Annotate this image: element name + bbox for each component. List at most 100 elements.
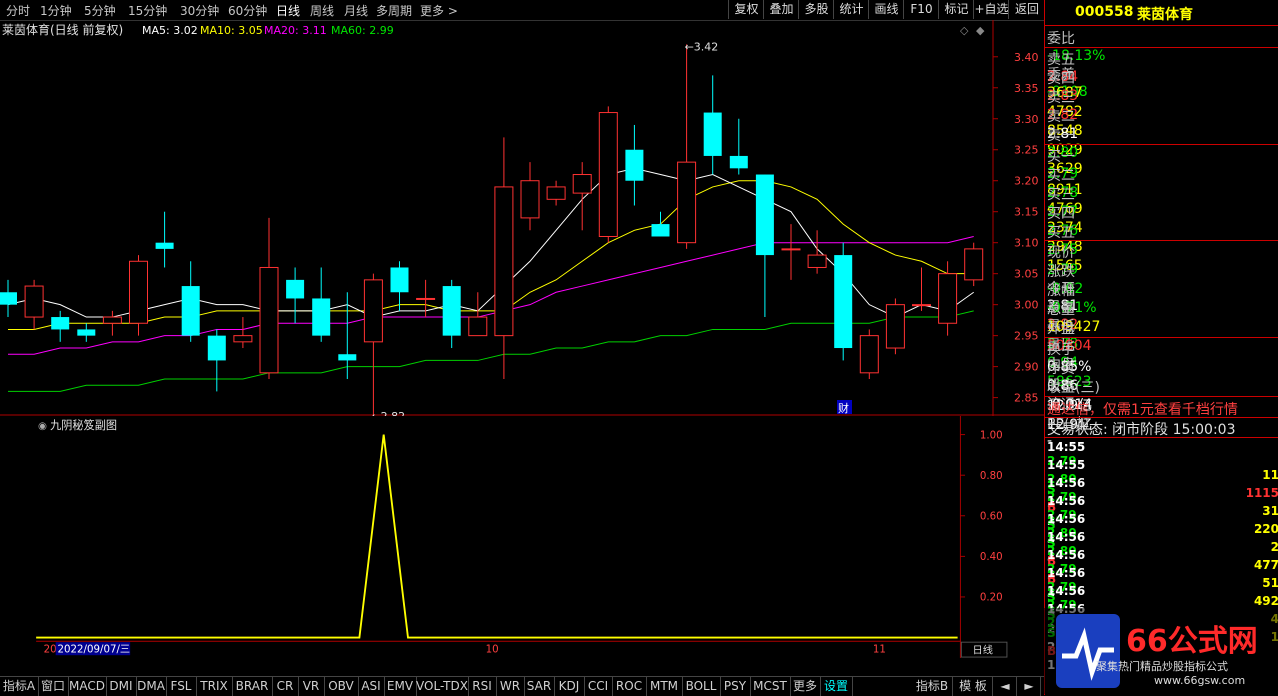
toolbar-button-2[interactable]: 多股	[798, 0, 834, 19]
buy-row-1: 买一 2.79 8911	[1047, 146, 1278, 198]
price-tick-label: 3.15	[1014, 206, 1039, 219]
indicator-tab-7[interactable]: BRAR	[232, 677, 273, 696]
period-tab-0[interactable]: 分时	[6, 2, 30, 19]
candle-body	[651, 224, 670, 237]
ad-banner[interactable]: 通达信，仅需1元查看千档行情	[1047, 399, 1278, 418]
buy-level-label: 买一	[1047, 149, 1075, 165]
indicator-tick-label: 0.20	[980, 593, 1003, 604]
buy-row-3: 买三 2.77 2374	[1047, 184, 1278, 236]
indicator-tab-17[interactable]: KDJ	[554, 677, 585, 696]
site-watermark: 66公式网 聚集热门精品炒股指标公式 www.66gsw.com	[1044, 608, 1278, 694]
indicator-tab-8[interactable]: CR	[272, 677, 299, 696]
period-tab-2[interactable]: 5分钟	[84, 2, 116, 19]
toolbar-button-8[interactable]: 返回	[1008, 0, 1045, 19]
indicator-tab-5[interactable]: FSL	[166, 677, 197, 696]
stock-header: 000558 莱茵体育	[1075, 4, 1278, 23]
candle-body	[312, 298, 331, 336]
toolbar-button-6[interactable]: 标记	[938, 0, 974, 19]
toolbar-button-7[interactable]: +自选	[973, 0, 1009, 19]
indicator-tab-1[interactable]: 窗口	[38, 677, 69, 696]
indicator-tab-19[interactable]: ROC	[612, 677, 647, 696]
candle-body	[468, 316, 488, 337]
indicator-tab-0[interactable]: 指标A	[0, 677, 39, 696]
fin-label: 收益(三)	[1047, 380, 1100, 396]
indicator-tab-4[interactable]: DMA	[136, 677, 167, 696]
period-tab-7[interactable]: 周线	[310, 2, 334, 19]
candle-body	[155, 242, 174, 249]
candle-body	[755, 174, 774, 256]
indicator-subchart[interactable]: ◉ 九阴秘笈副图 1.00 0.80 0.60 0.40 0.20 20 2022/09/07/…	[0, 416, 1044, 658]
candle-body	[859, 335, 879, 374]
price-tick-label: 2.85	[1014, 392, 1039, 405]
period-tab-4[interactable]: 30分钟	[180, 2, 219, 19]
indicator-tab-11[interactable]: ASI	[358, 677, 385, 696]
indicator-tab-18[interactable]: CCI	[584, 677, 613, 696]
indicator-tab-12[interactable]: EMV	[384, 677, 417, 696]
candle-body	[77, 329, 96, 336]
indicator-tab-6[interactable]: TRIX	[196, 677, 233, 696]
indicator-tab-14[interactable]: RSI	[468, 677, 497, 696]
toolbar-button-5[interactable]: F10	[903, 0, 939, 19]
indicator-tab-10[interactable]: OBV	[324, 677, 359, 696]
candle	[207, 329, 226, 392]
price-tick-label: 3.20	[1014, 175, 1039, 188]
toolbar-button-4[interactable]: 画线	[868, 0, 904, 19]
ma-label-1: MA10: 3.05	[200, 24, 263, 37]
candle	[859, 329, 879, 380]
period-tab-8[interactable]: 月线	[344, 2, 368, 19]
indicator-b-tab[interactable]: 指标B	[912, 677, 953, 696]
indicator-tab-16[interactable]: SAR	[524, 677, 555, 696]
indicator-tab-13[interactable]: VOL-TDX	[416, 677, 469, 696]
candle-body	[338, 354, 357, 361]
period-tab-10[interactable]: 更多 >	[420, 2, 458, 19]
indicator-tab-21[interactable]: BOLL	[682, 677, 721, 696]
period-tab-6[interactable]: 日线	[276, 2, 300, 19]
month-label-nov: 11	[873, 644, 886, 655]
toolbar-button-3[interactable]: 统计	[833, 0, 869, 19]
candle	[703, 75, 722, 175]
indicator-tick-label: 0.40	[980, 552, 1003, 563]
indicator-tab-20[interactable]: MTM	[646, 677, 683, 696]
indicator-tab-23[interactable]: MCST	[750, 677, 791, 696]
candle	[102, 310, 122, 336]
indicator-tab-9[interactable]: VR	[298, 677, 325, 696]
period-tab-1[interactable]: 1分钟	[40, 2, 72, 19]
sell-row-2: 卖二 2.81 9029	[1047, 106, 1278, 158]
buy-row-5: 买五 2.75 1565	[1047, 222, 1278, 274]
sell-level-label: 卖二	[1047, 109, 1075, 125]
candle-body	[781, 248, 801, 251]
toolbar-button-1[interactable]: 叠加	[763, 0, 799, 19]
candle	[729, 118, 748, 175]
stock-name: 莱茵体育	[1137, 7, 1193, 23]
buy-level-label: 买五	[1047, 225, 1075, 241]
candle-body	[51, 317, 70, 330]
ma-label-0: MA5: 3.02	[142, 24, 198, 37]
toolbar-button-0[interactable]: 复权	[728, 0, 764, 19]
indicator-tab-22[interactable]: PSY	[720, 677, 751, 696]
trade-row: 14:56 2.80 477 B 3	[1047, 530, 1278, 600]
candle-body	[807, 254, 827, 268]
candle	[0, 279, 17, 318]
candle-body	[625, 149, 644, 181]
trade-row: 14:562.79492S2	[1047, 566, 1278, 636]
indicator-tab-3[interactable]: DMI	[106, 677, 137, 696]
period-tab-5[interactable]: 60分钟	[228, 2, 267, 19]
candlestick-chart[interactable]: 3.40 3.35 3.30 3.25 3.20 3.15 3.10 3.05 3.00 2.95…	[0, 20, 1044, 416]
indicator-tab-25[interactable]: 设置	[820, 677, 853, 696]
template-tab[interactable]: 模 板	[954, 677, 993, 696]
indicator-tab-24[interactable]: 更多	[790, 677, 821, 696]
candle-body	[102, 316, 122, 324]
indicator-line	[36, 434, 958, 639]
candle	[938, 261, 958, 336]
nav-left-button[interactable]: ◄	[994, 677, 1017, 696]
indicator-tab-15[interactable]: WR	[496, 677, 525, 696]
price-tick-label: 3.05	[1014, 268, 1039, 281]
period-tab-9[interactable]: 多周期	[376, 2, 412, 19]
watermark-url: www.66gsw.com	[1154, 674, 1246, 687]
panel-sep-header	[1045, 25, 1278, 26]
period-tab-3[interactable]: 15分钟	[128, 2, 167, 19]
indicator-tab-2[interactable]: MACD	[68, 677, 107, 696]
panel-sep-ad	[1045, 396, 1278, 397]
trade-row: 14:55 2.79 11 S 2	[1047, 440, 1278, 510]
nav-right-button[interactable]: ►	[1018, 677, 1041, 696]
